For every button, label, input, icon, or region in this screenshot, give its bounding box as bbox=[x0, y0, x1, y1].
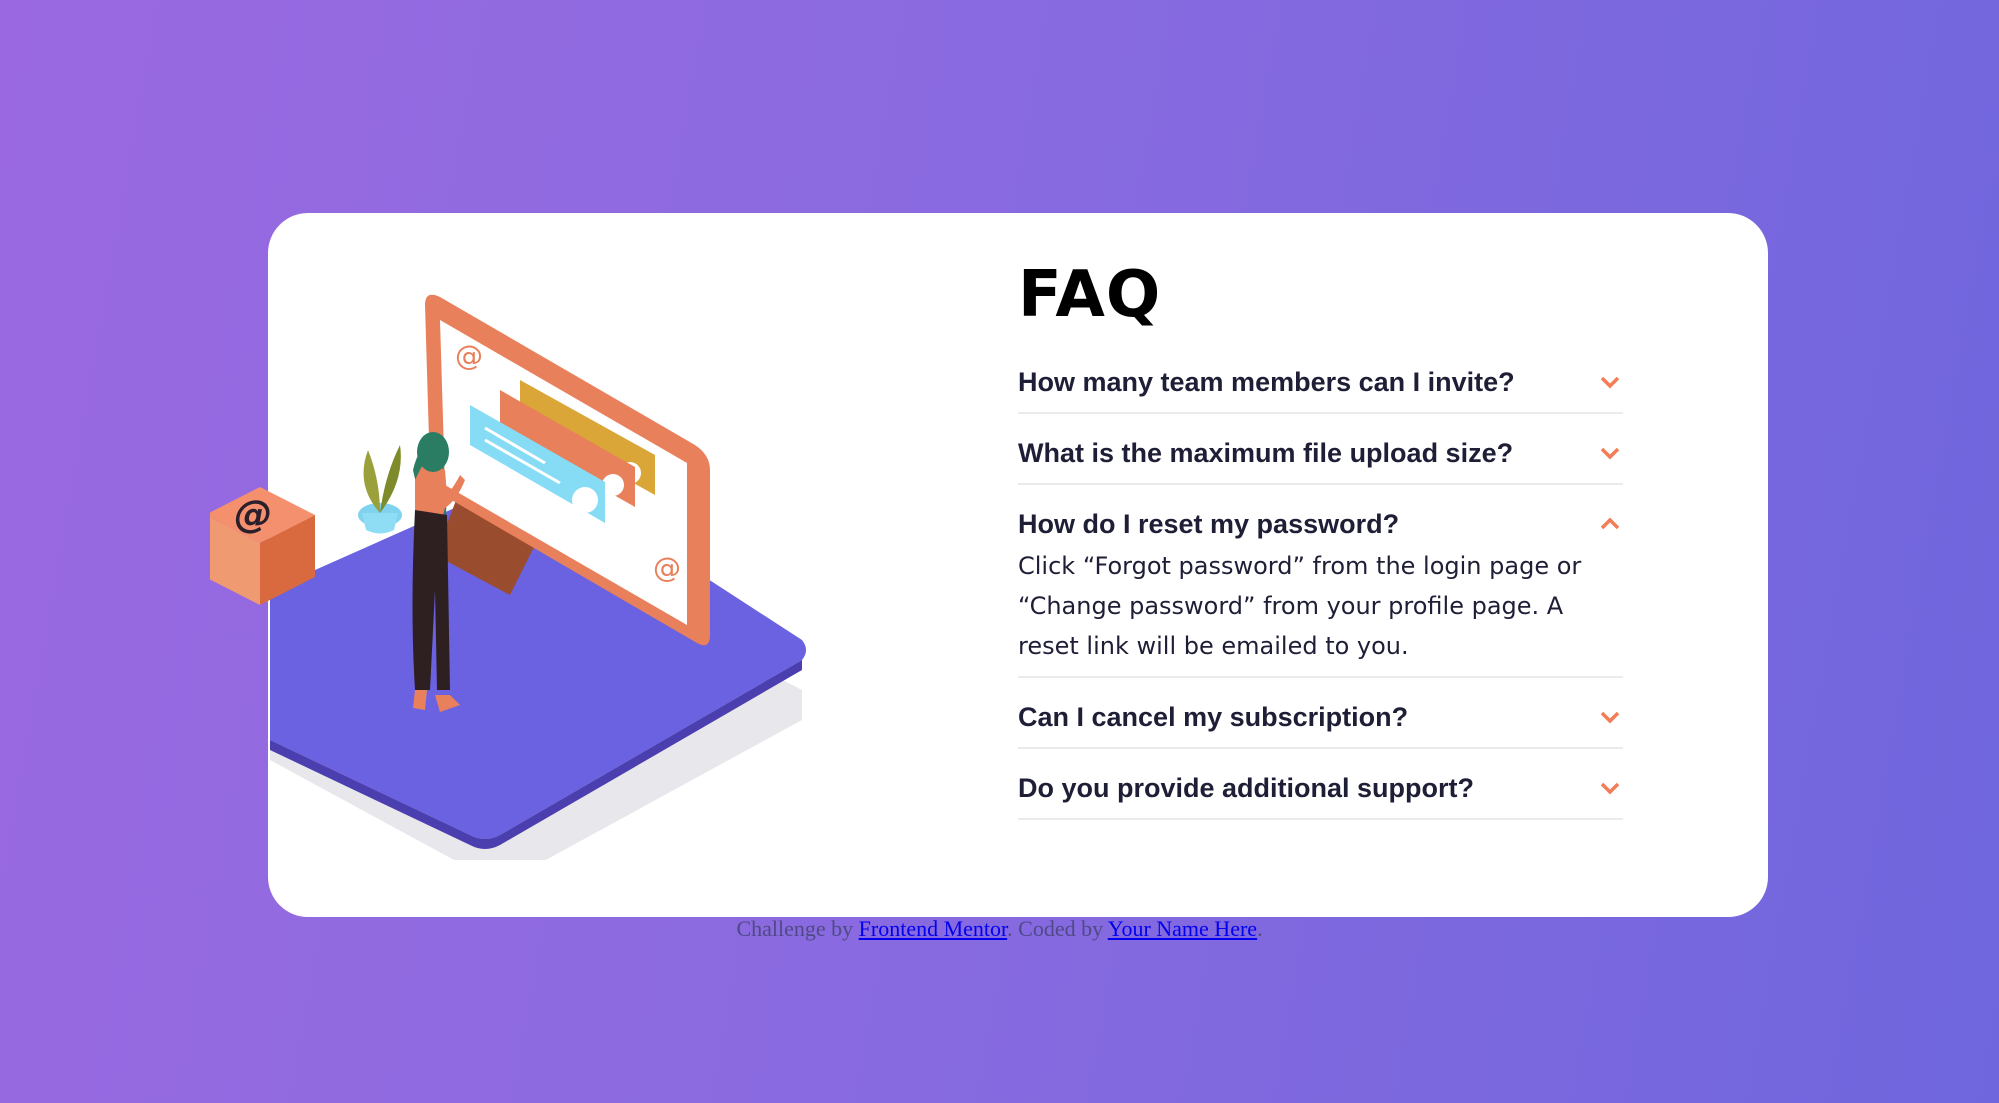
svg-text:@: @ bbox=[230, 492, 276, 537]
faq-item-expanded: How do I reset my password? Click “Forgo… bbox=[1018, 485, 1623, 678]
faq-question-label: Can I cancel my subscription? bbox=[1018, 701, 1409, 732]
attribution-middle: . Coded by bbox=[1007, 916, 1108, 941]
faq-question-toggle[interactable]: How do I reset my password? bbox=[1018, 485, 1623, 554]
chevron-down-icon bbox=[1600, 711, 1620, 724]
chevron-up-icon bbox=[1600, 517, 1620, 530]
svg-text:@: @ bbox=[653, 551, 681, 584]
faq-question-toggle[interactable]: Can I cancel my subscription? bbox=[1018, 678, 1623, 747]
frontend-mentor-link[interactable]: Frontend Mentor bbox=[859, 916, 1008, 941]
attribution-suffix: . bbox=[1257, 916, 1263, 941]
faq-question-label: How do I reset my password? bbox=[1018, 508, 1400, 539]
faq-item: Do you provide additional support? bbox=[1018, 749, 1623, 820]
faq-question-toggle[interactable]: What is the maximum file upload size? bbox=[1018, 414, 1623, 483]
faq-question-toggle[interactable]: How many team members can I invite? bbox=[1018, 343, 1623, 412]
faq-item: What is the maximum file upload size? bbox=[1018, 414, 1623, 485]
faq-item: Can I cancel my subscription? bbox=[1018, 678, 1623, 749]
chevron-down-icon bbox=[1600, 376, 1620, 389]
svg-text:@: @ bbox=[455, 339, 483, 372]
author-link[interactable]: Your Name Here bbox=[1108, 916, 1257, 941]
attribution: Challenge by Frontend Mentor. Coded by Y… bbox=[0, 916, 1999, 942]
chevron-down-icon bbox=[1600, 782, 1620, 795]
faq-section: FAQ How many team members can I invite? … bbox=[1018, 255, 1623, 820]
faq-question-label: Do you provide additional support? bbox=[1018, 772, 1474, 803]
faq-answer: Click “Forgot password” from the login p… bbox=[1018, 552, 1582, 660]
faq-item: How many team members can I invite? bbox=[1018, 343, 1623, 414]
faq-question-toggle[interactable]: Do you provide additional support? bbox=[1018, 749, 1623, 818]
faq-question-label: What is the maximum file upload size? bbox=[1018, 437, 1514, 468]
attribution-prefix: Challenge by bbox=[736, 916, 859, 941]
chevron-down-icon bbox=[1600, 447, 1620, 460]
faq-title: FAQ bbox=[1018, 258, 1162, 332]
plant-pot bbox=[358, 445, 402, 534]
faq-question-label: How many team members can I invite? bbox=[1018, 366, 1515, 397]
woman-online-illustration: @ @ @ bbox=[210, 294, 806, 860]
